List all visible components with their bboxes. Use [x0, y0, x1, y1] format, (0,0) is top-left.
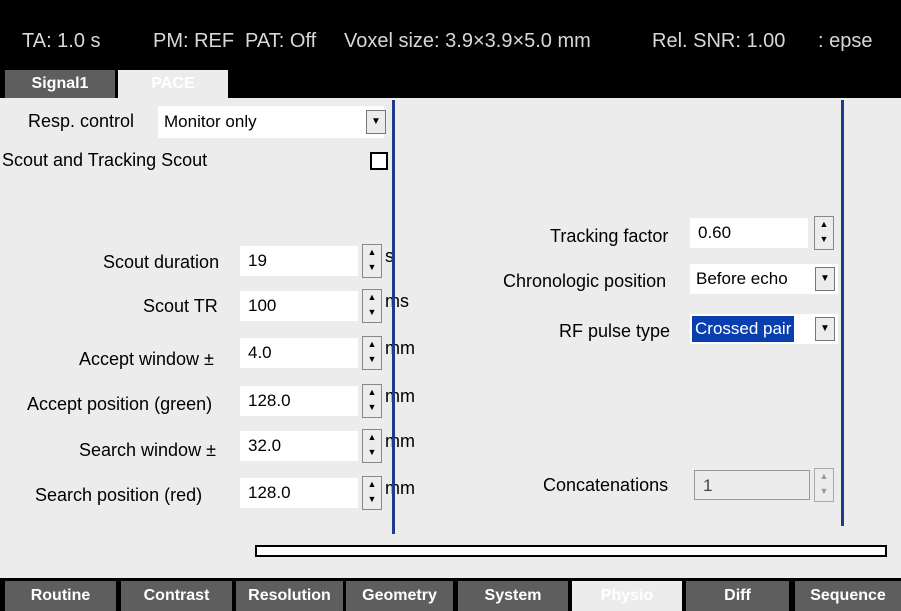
search-window-label: Search window ± — [79, 440, 216, 460]
sequence-readout: : epse — [818, 30, 873, 52]
scout-tracking-label: Scout and Tracking Scout — [2, 150, 208, 170]
scout-tr-label: Scout TR — [143, 296, 218, 316]
resp-control-value: Monitor only — [164, 112, 257, 131]
pat-readout: PAT: Off — [245, 30, 317, 52]
chevron-down-icon: ▼ — [820, 273, 830, 284]
chevron-down-icon: ▼ — [820, 323, 830, 334]
tab-routine[interactable]: Routine — [5, 581, 116, 611]
tab-pace[interactable]: PACE — [118, 70, 228, 98]
scout-tracking-checkbox[interactable] — [370, 152, 388, 170]
status-bar: TA: 1.0 s PM: REF PAT: Off Voxel size: 3… — [0, 0, 901, 68]
concatenations-input[interactable]: 1 — [694, 470, 810, 500]
ta-readout: TA: 1.0 s — [22, 30, 101, 52]
top-tab-strip: Signal1 PACE — [0, 68, 901, 98]
tab-sequence[interactable]: Sequence — [795, 581, 901, 611]
rf-pulse-type-dropdown-button[interactable]: ▼ — [815, 317, 835, 341]
search-position-label: Search position (red) — [35, 485, 203, 505]
accept-window-input[interactable]: 4.0 — [240, 338, 358, 368]
tab-system[interactable]: System — [458, 581, 568, 611]
scout-duration-spinner[interactable]: ▲ ▼ — [362, 244, 382, 278]
search-position-spinner[interactable]: ▲ ▼ — [362, 476, 382, 510]
accept-position-unit: mm — [385, 386, 415, 406]
tracking-factor-spinner[interactable]: ▲ ▼ — [814, 216, 834, 250]
search-window-spinner[interactable]: ▲ ▼ — [362, 429, 382, 463]
tab-diff[interactable]: Diff — [686, 581, 789, 611]
bottom-tab-bar: Routine Contrast Resolution Geometry Sys… — [0, 578, 901, 611]
tab-signal1[interactable]: Signal1 — [5, 70, 115, 98]
accept-window-spinner[interactable]: ▲ ▼ — [362, 336, 382, 370]
accept-window-unit: mm — [385, 338, 415, 358]
scout-tr-spinner[interactable]: ▲ ▼ — [362, 289, 382, 323]
progress-bar — [255, 545, 887, 557]
tab-resolution[interactable]: Resolution — [236, 581, 343, 611]
accept-window-label: Accept window ± — [79, 349, 214, 369]
accept-position-label: Accept position (green) — [27, 394, 213, 414]
snr-readout: Rel. SNR: 1.00 — [652, 30, 786, 52]
pm-readout: PM: REF — [153, 30, 235, 52]
chevron-down-icon: ▼ — [371, 116, 381, 127]
tracking-factor-input[interactable]: 0.60 — [690, 218, 808, 248]
tab-geometry[interactable]: Geometry — [346, 581, 453, 611]
chronologic-position-dropdown-button[interactable]: ▼ — [815, 267, 835, 291]
scout-duration-input[interactable]: 19 — [240, 246, 358, 276]
accept-position-spinner[interactable]: ▲ ▼ — [362, 384, 382, 418]
pace-panel: Resp. control Monitor only ▼ Scout and T… — [0, 98, 901, 578]
resp-control-select[interactable]: Monitor only — [158, 106, 384, 138]
rf-pulse-type-label: RF pulse type — [559, 321, 671, 341]
search-position-input[interactable]: 128.0 — [240, 478, 358, 508]
tracking-factor-label: Tracking factor — [550, 226, 669, 246]
search-window-input[interactable]: 32.0 — [240, 431, 358, 461]
tab-contrast[interactable]: Contrast — [121, 581, 232, 611]
concatenations-spinner[interactable]: ▲ ▼ — [814, 468, 834, 502]
resp-control-label: Resp. control — [28, 111, 135, 131]
rf-pulse-type-value: Crossed pair — [692, 316, 795, 342]
chronologic-position-label: Chronologic position — [503, 271, 667, 291]
scout-tr-input[interactable]: 100 — [240, 291, 358, 321]
voxel-readout: Voxel size: 3.9×3.9×5.0 mm — [344, 30, 591, 52]
accept-position-input[interactable]: 128.0 — [240, 386, 358, 416]
resp-control-dropdown-button[interactable]: ▼ — [366, 110, 386, 134]
right-column-divider — [841, 100, 844, 526]
scout-duration-label: Scout duration — [103, 252, 220, 272]
tab-physio[interactable]: Physio — [572, 581, 682, 611]
search-position-unit: mm — [385, 478, 415, 498]
left-column-divider — [392, 100, 395, 534]
scout-tr-unit: ms — [385, 291, 409, 311]
concatenations-label: Concatenations — [543, 475, 669, 495]
search-window-unit: mm — [385, 431, 415, 451]
chronologic-position-value: Before echo — [696, 269, 788, 288]
